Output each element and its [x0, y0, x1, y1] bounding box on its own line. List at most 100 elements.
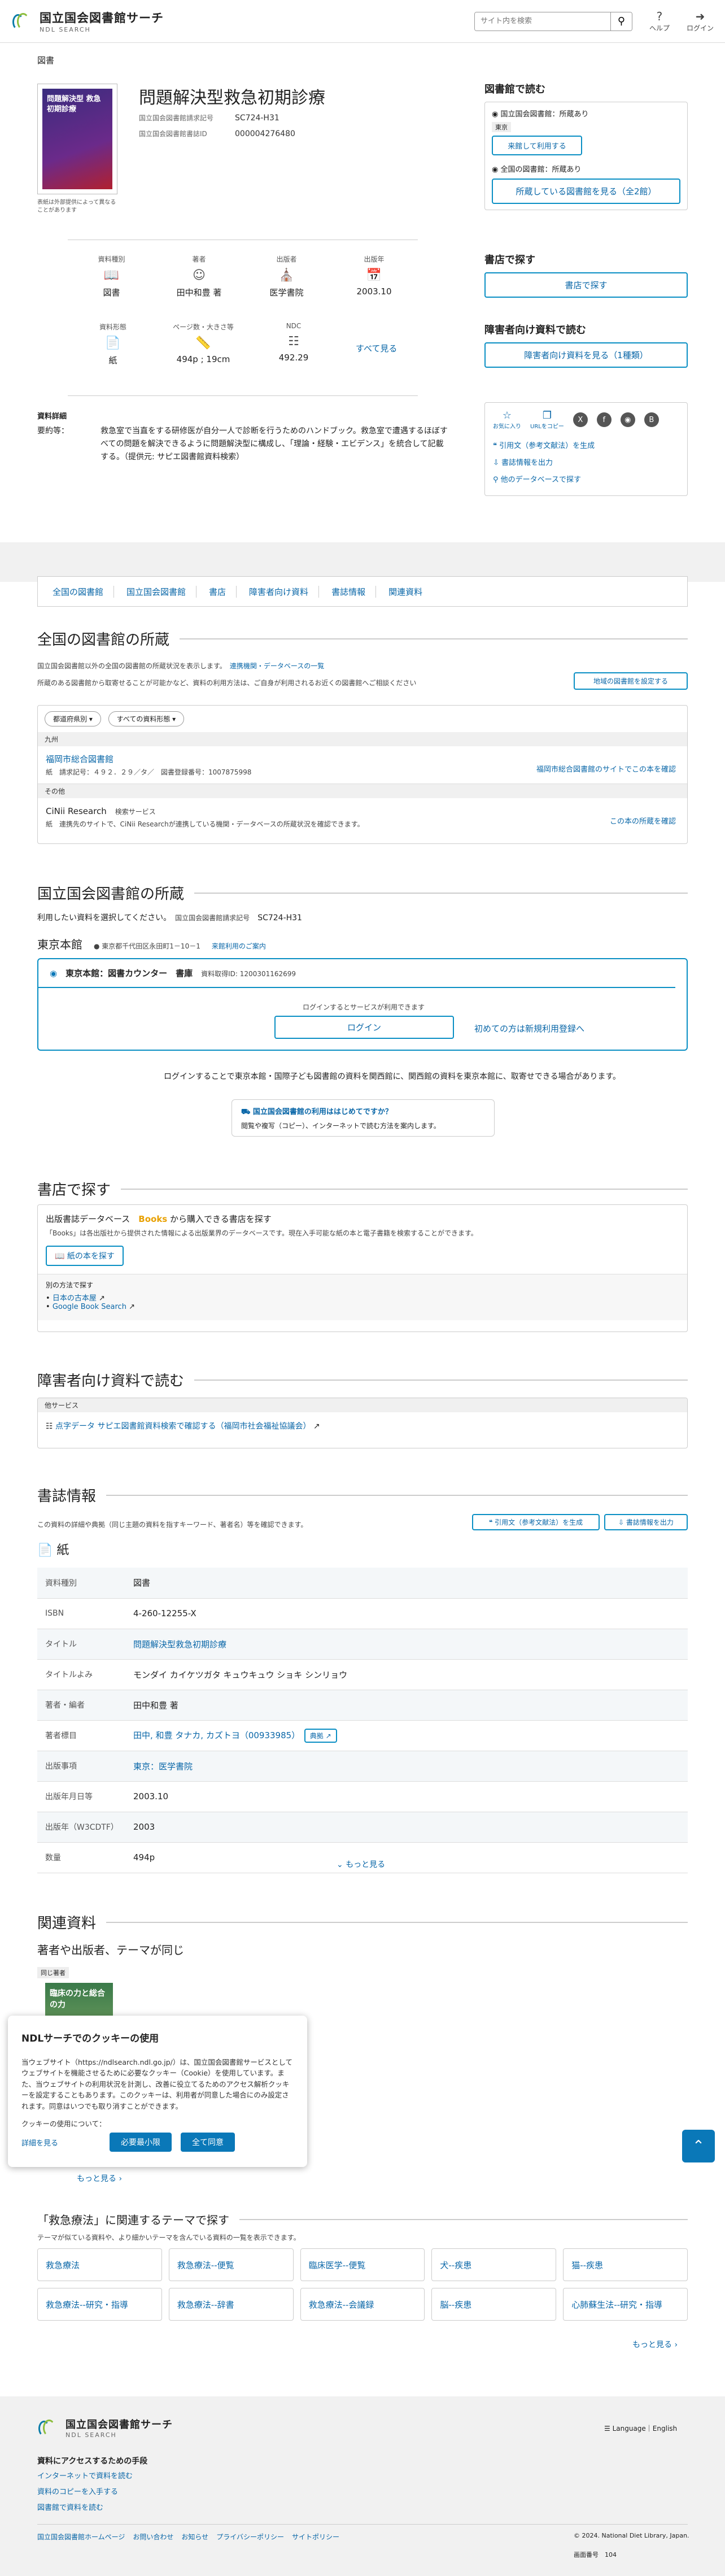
library-site-link[interactable]: 福岡市総合図書館のサイトでこの本を確認: [536, 763, 676, 774]
see-all-link[interactable]: すべて見る: [356, 342, 397, 354]
bib-key: 資料種別: [37, 1568, 125, 1599]
favorite-button[interactable]: ☆ お気に入り: [493, 410, 521, 430]
ndl-item-row[interactable]: ◉ 東京本館：図書カウンター 書庫 資料取得ID: 1200301162699: [38, 959, 675, 988]
theme-tag[interactable]: 猫--疾患: [563, 2248, 688, 2281]
holding-libraries-button[interactable]: 所蔵している図書館を見る（全2館）: [492, 179, 680, 204]
kosho-link[interactable]: 日本の古本屋: [53, 1294, 97, 1303]
cinii-link[interactable]: この本の所蔵を確認: [610, 815, 676, 826]
tab-accessible[interactable]: 障害者向け資料: [246, 585, 320, 598]
format-filter[interactable]: すべての資料形態 ▾: [108, 711, 185, 726]
tab-shop[interactable]: 書店: [206, 585, 237, 598]
theme-tag[interactable]: 救急療法--研究・指導: [37, 2288, 162, 2321]
books-desc: 「Books」は各出版社から提供された情報による出版業界のデータベースです。現在…: [46, 1229, 478, 1237]
theme-desc: テーマが似ている資料や、より細かいテーマを含んでいる資料の一覧を表示できます。: [37, 2234, 300, 2242]
biblio-id-label: 国立国会図書館書誌ID: [139, 130, 207, 138]
cite-link[interactable]: ❝ 引用文（参考文献法）を生成: [493, 438, 679, 455]
publisher-link[interactable]: 東京：医学書院: [133, 1761, 193, 1772]
site-logo[interactable]: 国立国会図書館サーチ NDL SEARCH: [11, 9, 164, 33]
footer-link[interactable]: 図書館で資料を読む: [37, 2501, 103, 2512]
bib-cite-button[interactable]: ❝ 引用文（参考文献法）を生成: [472, 1514, 600, 1530]
hatena-share-icon[interactable]: B: [644, 412, 659, 427]
bib-value: 4-260-12255-X: [125, 1598, 688, 1629]
car-icon: ⛟: [241, 1108, 253, 1116]
copy-url-label: URLをコピー: [530, 424, 564, 430]
back-to-top-button[interactable]: ⌃: [682, 2130, 715, 2162]
bib-desc: この資料の詳細や典拠（同じ主題の資料を指すキーワード、著者名）等を確認できます。: [37, 1521, 308, 1529]
visit-button[interactable]: 来館して利用する: [492, 136, 582, 155]
authority-button[interactable]: 典拠 ↗: [304, 1728, 337, 1743]
bib-more-label: もっと見る: [346, 1860, 386, 1869]
tab-all-libraries[interactable]: 全国の図書館: [49, 585, 115, 598]
theme-tag[interactable]: 犬--疾患: [431, 2248, 557, 2281]
author-heading-link[interactable]: 田中, 和豊 タナカ, カズトヨ（00933985）: [133, 1730, 296, 1740]
detail-label: 資料詳細: [37, 412, 67, 421]
copy-url-button[interactable]: ❐ URLをコピー: [530, 410, 564, 430]
footer-logo[interactable]: 国立国会図書館サーチ NDL SEARCH: [37, 2417, 173, 2439]
radio-icon[interactable]: ◉: [50, 968, 57, 978]
other-db-link[interactable]: ⚲ 他のデータベースで探す: [493, 472, 679, 489]
search-box: ⚲: [474, 11, 632, 31]
guide-card[interactable]: ⛟ 国立国会図書館の利用ははじめてですか？ 閲覧や複写（コピー）、インターネット…: [232, 1099, 495, 1137]
tab-related[interactable]: 関連資料: [385, 586, 433, 598]
info-ndc: NDC ☷ 492.29: [248, 322, 339, 390]
theme-tag[interactable]: 心肺蘇生法--研究・指導: [563, 2288, 688, 2321]
bib-title-link[interactable]: 問題解決型救急初期診療: [133, 1639, 226, 1650]
export-link[interactable]: ⇩ 書誌情報を出力: [493, 455, 679, 472]
bib-key: 出版事項: [37, 1751, 125, 1782]
bib-key: タイトルよみ: [37, 1659, 125, 1690]
other-way-item: • 日本の古本屋 ↗: [46, 1294, 105, 1303]
theme-tag[interactable]: 救急療法: [37, 2248, 162, 2281]
quote-icon: ❝: [493, 442, 500, 450]
shop-button[interactable]: 書店で探す: [484, 272, 688, 298]
search-button[interactable]: ⚲: [610, 12, 632, 31]
ndl-status-text: 国立国会図書館：所蔵あり: [500, 110, 589, 119]
line-share-icon[interactable]: ◉: [620, 412, 635, 427]
site-sub: NDL SEARCH: [40, 26, 91, 33]
info-value: 医学書院: [269, 288, 304, 298]
login-button[interactable]: ➜ ログイン: [687, 10, 714, 33]
theme-tag[interactable]: 臨床医学--便覧: [300, 2248, 425, 2281]
theme-more-link[interactable]: もっと見る ›: [632, 2339, 678, 2350]
news-link[interactable]: お知らせ: [181, 2532, 208, 2542]
cookie-necessary-button[interactable]: 必要最小限: [110, 2133, 172, 2152]
call-number-label: 国立国会図書館請求記号: [139, 114, 214, 122]
search-input[interactable]: [474, 12, 610, 31]
theme-tag[interactable]: 救急療法--会議録: [300, 2288, 425, 2321]
related-more-link[interactable]: もっと見る ›: [77, 2173, 122, 2184]
bib-export-button[interactable]: ⇩ 書誌情報を出力: [604, 1514, 688, 1530]
site-policy-link[interactable]: サイトポリシー: [292, 2532, 339, 2542]
contact-link[interactable]: お問い合わせ: [133, 2532, 173, 2542]
theme-tag[interactable]: 脳--疾患: [431, 2288, 557, 2321]
cookie-title: NDLサーチでのクッキーの使用: [21, 2033, 159, 2044]
login-button[interactable]: ログイン: [274, 1016, 454, 1039]
tab-ndl[interactable]: 国立国会図書館: [123, 585, 197, 598]
tab-bibliography[interactable]: 書誌情報: [328, 585, 377, 598]
theme-tag[interactable]: 救急療法--便覧: [168, 2248, 294, 2281]
sapie-link[interactable]: 点字データ サピエ図書館資料検索で確認する（福岡市社会福祉協議会）: [55, 1422, 311, 1431]
help-button[interactable]: ? ヘルプ: [649, 10, 670, 33]
x-share-icon[interactable]: X: [573, 412, 588, 427]
register-link[interactable]: 初めての方は新規利用登録へ: [474, 1022, 584, 1034]
footer-link[interactable]: インターネットで資料を読む: [37, 2470, 133, 2481]
ndl-home-link[interactable]: 国立国会図書館ホームページ: [37, 2532, 125, 2542]
prefecture-filter[interactable]: 都道府県別 ▾: [45, 711, 101, 726]
footer-link[interactable]: 資料のコピーを入手する: [37, 2486, 118, 2496]
cookie-detail-link[interactable]: 詳細を見る: [21, 2137, 101, 2148]
visit-guide-link[interactable]: 来館利用のご案内: [212, 942, 266, 950]
bib-more-link[interactable]: ⌄ もっと見る: [337, 1859, 385, 1870]
chevron-right-icon: ›: [119, 2174, 123, 2183]
info-value: 図書: [103, 288, 120, 298]
theme-tag[interactable]: 救急療法--辞書: [168, 2288, 294, 2321]
language-switch[interactable]: ☰ Language｜English: [604, 2423, 677, 2433]
set-region-button[interactable]: 地域の図書館を設定する: [574, 672, 688, 690]
accessible-button[interactable]: 障害者向け資料を見る（1種類）: [484, 342, 688, 368]
paper-book-button[interactable]: 📖 紙の本を探す: [46, 1246, 124, 1266]
facebook-share-icon[interactable]: f: [596, 412, 612, 427]
bib-type: 📄 紙: [37, 1540, 69, 1558]
privacy-link[interactable]: プライバシーポリシー: [216, 2532, 284, 2542]
ndl-branch: 東京本館: [37, 938, 82, 951]
google-books-link[interactable]: Google Book Search: [53, 1303, 126, 1311]
info-grid: 資料種別 📖 図書 著者 ☺ 田中和豊 著 出版者 ⛪ 医学書院 出版年 📅 2003.10 資…: [68, 254, 418, 390]
cookie-accept-button[interactable]: 全て同意: [181, 2133, 235, 2152]
partner-list-link[interactable]: 連携機関・データベースの一覧: [230, 662, 324, 670]
